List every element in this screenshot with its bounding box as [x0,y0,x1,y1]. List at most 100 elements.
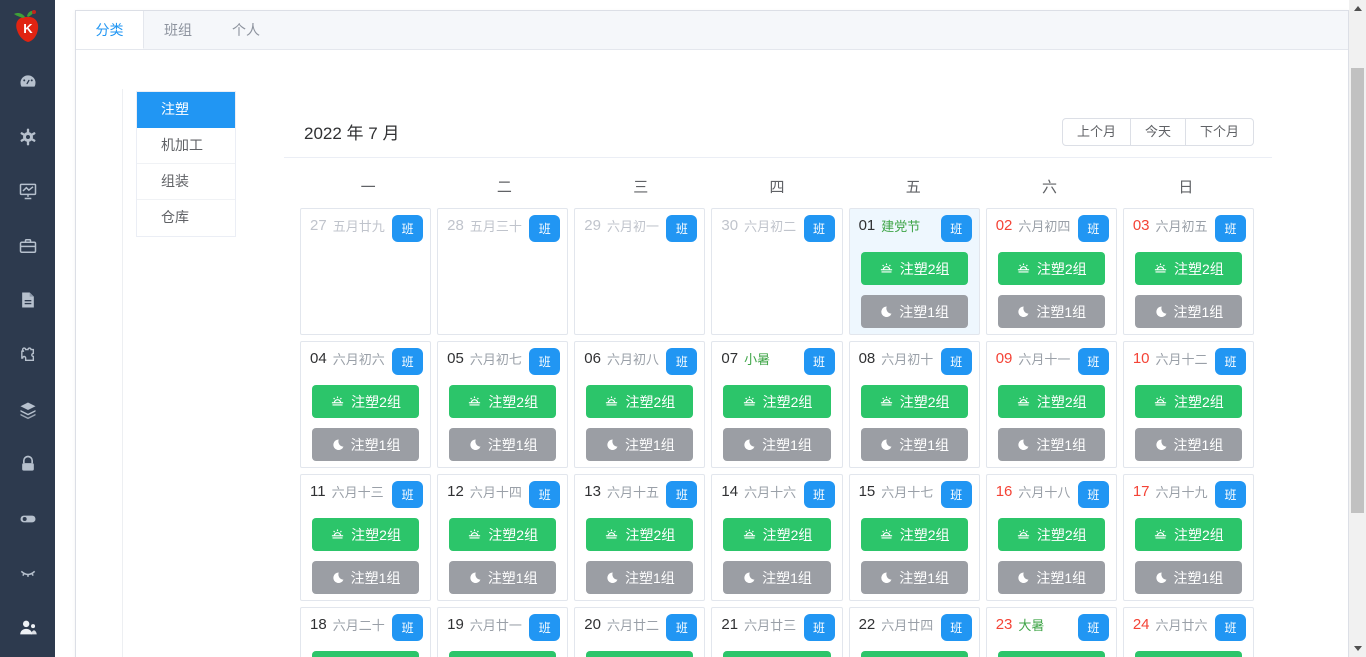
calendar-cell[interactable]: 05 六月初七班注塑2组 注塑1组 [437,341,569,468]
morning-shift-button[interactable]: 注塑2组 [860,518,968,551]
morning-shift-button[interactable]: 注塑2组 [723,385,831,418]
calendar-cell[interactable]: 07 小暑 班注塑2组 注塑1组 [711,341,843,468]
calendar-cell[interactable]: 06 六月初八班注塑2组 注塑1组 [574,341,706,468]
night-shift-button[interactable]: 注塑1组 [449,428,557,461]
calendar-cell[interactable]: 23大暑班注塑2组注塑1组 [985,607,1117,657]
morning-shift-button[interactable]: 注塑2组 [449,651,557,657]
morning-shift-button[interactable]: 注塑2组 [723,651,831,657]
calendar-cell[interactable]: 24六月廿六班注塑2组注塑1组 [1122,607,1254,657]
workday-badge: 班 [1077,348,1109,375]
calendar-cell[interactable]: 12 六月十四班注塑2组 注塑1组 [437,474,569,601]
night-shift-button[interactable]: 注塑1组 [997,561,1105,594]
next-month-button[interactable]: 下个月 [1184,117,1254,146]
sidebar-item-layers[interactable] [0,382,55,437]
calendar-cell[interactable]: 16 六月十八班注塑2组 注塑1组 [985,474,1117,601]
category-item-assembly[interactable]: 组装 [137,164,235,200]
morning-shift-button[interactable]: 注塑2组 [312,518,420,551]
night-shift-button[interactable]: 注塑1组 [1134,428,1242,461]
morning-shift-button[interactable]: 注塑2组 [1134,518,1242,551]
category-item-warehouse[interactable]: 仓库 [137,200,235,236]
night-shift-button[interactable]: 注塑1组 [860,428,968,461]
morning-shift-button[interactable]: 注塑2组 [1134,385,1242,418]
morning-shift-button[interactable]: 注塑2组 [1134,252,1242,285]
sidebar-item-switches[interactable] [0,491,55,546]
sidebar-item-documents[interactable] [0,273,55,328]
morning-shift-button[interactable]: 注塑2组 [997,518,1105,551]
night-shift-button[interactable]: 注塑1组 [312,561,420,594]
calendar-cell[interactable]: 18六月二十班注塑2组注塑1组 [300,607,432,657]
morning-shift-button[interactable]: 注塑2组 [997,385,1105,418]
morning-shift-button[interactable]: 注塑2组 [586,518,694,551]
category-item-machining[interactable]: 机加工 [137,128,235,164]
calendar-cell[interactable]: 21六月廿三班注塑2组注塑1组 [711,607,843,657]
scroll-up-arrow-icon[interactable] [1349,0,1366,17]
morning-shift-button[interactable]: 注塑2组 [449,518,557,551]
calendar-cell[interactable]: 28 五月三十班 [437,208,569,335]
calendar-cell[interactable]: 14 六月十六班注塑2组 注塑1组 [711,474,843,601]
sidebar-item-settings[interactable] [0,110,55,165]
morning-shift-button[interactable]: 注塑2组 [860,651,968,657]
night-shift-button[interactable]: 注塑1组 [860,295,968,328]
prev-month-button[interactable]: 上个月 [1061,117,1131,146]
morning-shift-button[interactable]: 注塑2组 [997,252,1105,285]
category-item-injection[interactable]: 注塑 [137,92,235,128]
sidebar-item-dashboard[interactable] [0,55,55,110]
morning-shift-button[interactable]: 注塑2组 [312,385,420,418]
night-shift-button[interactable]: 注塑1组 [449,561,557,594]
calendar-cell[interactable]: 19六月廿一班注塑2组注塑1组 [437,607,569,657]
night-shift-label: 注塑1组 [1173,569,1224,586]
browser-scrollbar[interactable] [1349,0,1366,657]
morning-shift-button[interactable]: 注塑2组 [723,518,831,551]
sidebar-item-users[interactable] [0,600,55,655]
moon-icon [881,572,892,583]
calendar-cell[interactable]: 01 建党节 班注塑2组 注塑1组 [848,208,980,335]
morning-shift-button[interactable]: 注塑2组 [586,385,694,418]
morning-shift-button[interactable]: 注塑2组 [997,651,1105,657]
night-shift-button[interactable]: 注塑1组 [723,561,831,594]
sidebar-item-security[interactable] [0,437,55,492]
sunrise-icon [469,396,481,406]
calendar-cell[interactable]: 27 五月廿九班 [300,208,432,335]
today-button[interactable]: 今天 [1129,117,1186,146]
night-shift-button[interactable]: 注塑1组 [312,428,420,461]
tab-category[interactable]: 分类 [76,11,144,49]
app-logo[interactable]: K [0,0,55,55]
morning-shift-button[interactable]: 注塑2组 [1134,651,1242,657]
tab-personal[interactable]: 个人 [212,11,280,49]
sidebar-item-plugins[interactable] [0,328,55,383]
night-shift-button[interactable]: 注塑1组 [997,295,1105,328]
calendar-cell[interactable]: 11 六月十三班注塑2组 注塑1组 [300,474,432,601]
calendar-cell[interactable]: 29 六月初一班 [574,208,706,335]
calendar-cell[interactable]: 08 六月初十班注塑2组 注塑1组 [848,341,980,468]
night-shift-button[interactable]: 注塑1组 [860,561,968,594]
calendar-cell[interactable]: 03 六月初五班注塑2组 注塑1组 [1122,208,1254,335]
morning-shift-button[interactable]: 注塑2组 [860,252,968,285]
calendar-cell[interactable]: 20六月廿二班注塑2组注塑1组 [574,607,706,657]
night-shift-button[interactable]: 注塑1组 [997,428,1105,461]
calendar-cell[interactable]: 10 六月十二班注塑2组 注塑1组 [1122,341,1254,468]
night-shift-button[interactable]: 注塑1组 [586,561,694,594]
night-shift-button[interactable]: 注塑1组 [723,428,831,461]
morning-shift-button[interactable]: 注塑2组 [449,385,557,418]
calendar-cell[interactable]: 22六月廿四班注塑2组注塑1组 [848,607,980,657]
sidebar-item-workbench[interactable] [0,219,55,274]
sidebar-item-visibility[interactable] [0,546,55,601]
calendar-cell[interactable]: 17 六月十九班注塑2组 注塑1组 [1122,474,1254,601]
scroll-down-arrow-icon[interactable] [1349,640,1366,657]
night-shift-button[interactable]: 注塑1组 [1134,295,1242,328]
workday-badge: 班 [1214,348,1246,375]
tab-team[interactable]: 班组 [144,11,212,49]
morning-shift-button[interactable]: 注塑2组 [860,385,968,418]
night-shift-button[interactable]: 注塑1组 [586,428,694,461]
night-shift-button[interactable]: 注塑1组 [1134,561,1242,594]
sidebar-item-reports[interactable] [0,164,55,219]
calendar-cell[interactable]: 02 六月初四班注塑2组 注塑1组 [985,208,1117,335]
morning-shift-button[interactable]: 注塑2组 [312,651,420,657]
calendar-cell[interactable]: 04 六月初六班注塑2组 注塑1组 [300,341,432,468]
morning-shift-button[interactable]: 注塑2组 [586,651,694,657]
calendar-cell[interactable]: 13 六月十五班注塑2组 注塑1组 [574,474,706,601]
calendar-cell[interactable]: 30 六月初二班 [711,208,843,335]
scrollbar-thumb[interactable] [1351,68,1364,513]
calendar-cell[interactable]: 15 六月十七班注塑2组 注塑1组 [848,474,980,601]
calendar-cell[interactable]: 09 六月十一班注塑2组 注塑1组 [985,341,1117,468]
